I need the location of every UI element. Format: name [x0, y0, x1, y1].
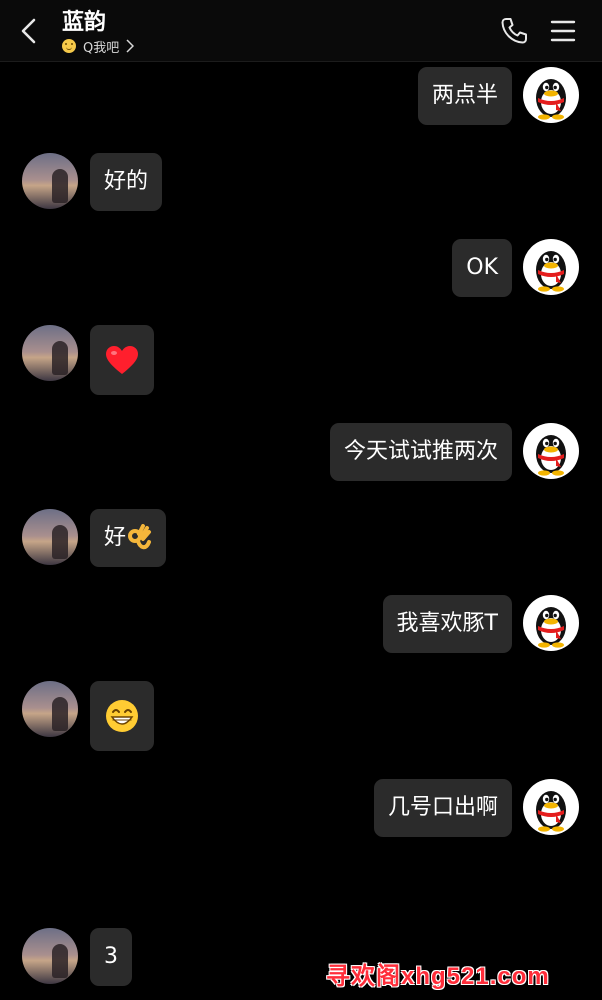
message-bubble[interactable]: 两点半	[417, 67, 512, 125]
message-text: 好	[104, 525, 127, 550]
contact-name[interactable]: 蓝韵	[62, 4, 106, 36]
message-bubble[interactable]: 好的	[90, 153, 163, 211]
message-bubble[interactable]: 好	[90, 509, 167, 567]
contact-avatar[interactable]	[22, 681, 78, 737]
my-avatar[interactable]	[523, 239, 579, 295]
phone-icon[interactable]	[498, 15, 530, 47]
my-avatar[interactable]	[523, 423, 579, 479]
message-bubble[interactable]: 我喜欢豚T	[382, 595, 512, 653]
grinning-face-icon	[106, 700, 138, 732]
message-bubble[interactable]: 3	[90, 928, 132, 986]
contact-status[interactable]: Q我吧	[62, 37, 135, 56]
chat-header: 蓝韵 Q我吧	[0, 0, 602, 62]
contact-avatar[interactable]	[22, 153, 78, 209]
status-text: Q我吧	[83, 40, 120, 56]
message-bubble[interactable]: OK	[452, 239, 512, 297]
watermark-text: 寻欢阁xhg521.com	[326, 963, 550, 990]
back-arrow-icon[interactable]	[14, 14, 46, 48]
chevron-right-icon	[126, 39, 135, 53]
message-bubble[interactable]: 几号口出啊	[373, 779, 512, 837]
message-bubble[interactable]: 今天试试推两次	[329, 423, 512, 481]
my-avatar[interactable]	[523, 595, 579, 651]
menu-icon[interactable]	[550, 18, 576, 44]
message-bubble[interactable]	[90, 325, 154, 395]
contact-avatar[interactable]	[22, 325, 78, 381]
smiley-icon	[62, 39, 76, 53]
message-bubble[interactable]	[90, 681, 154, 751]
my-avatar[interactable]	[523, 67, 579, 123]
contact-avatar[interactable]	[22, 928, 78, 984]
contact-avatar[interactable]	[22, 509, 78, 565]
red-heart-icon	[106, 346, 138, 374]
my-avatar[interactable]	[523, 779, 579, 835]
ok-hand-icon	[128, 524, 152, 550]
